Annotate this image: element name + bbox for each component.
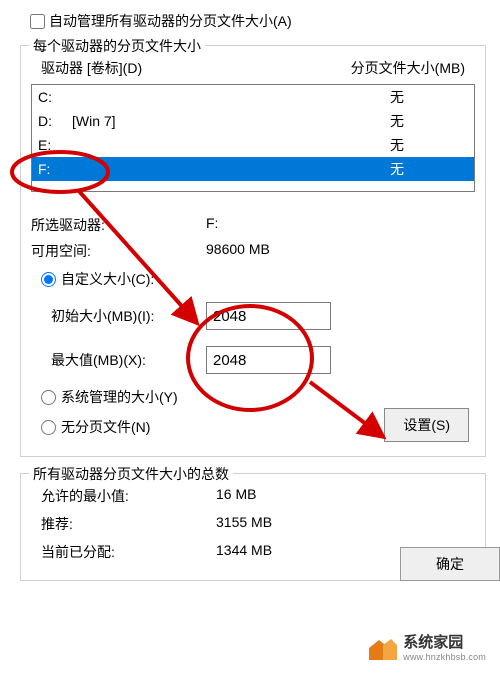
recommended-row: 推荐: 3155 MB <box>31 510 475 538</box>
totals-group-title: 所有驱动器分页文件大小的总数 <box>29 464 233 484</box>
ok-button[interactable]: 确定 <box>400 547 500 581</box>
min-allowed-row: 允许的最小值: 16 MB <box>31 482 475 510</box>
watermark-logo-icon <box>365 632 397 664</box>
watermark-text: 系统家园 www.hnzkhbsb.com <box>403 634 486 662</box>
custom-size-radio[interactable] <box>41 272 56 287</box>
recommended-value: 3155 MB <box>216 514 475 534</box>
selected-drive-row: 所选驱动器: F: <box>31 212 475 238</box>
initial-size-label: 初始大小(MB)(I): <box>31 306 206 326</box>
drive-letter: D: <box>38 112 52 130</box>
drive-volume: [Win 7] <box>72 112 116 130</box>
per-drive-group: 每个驱动器的分页文件大小 驱动器 [卷标](D) 分页文件大小(MB) C: 无… <box>20 45 486 457</box>
drive-pagefile: 无 <box>390 88 404 106</box>
initial-size-row: 初始大小(MB)(I): <box>31 294 475 338</box>
drive-row-d[interactable]: D: [Win 7] 无 <box>32 109 474 133</box>
max-size-label: 最大值(MB)(X): <box>31 350 206 370</box>
drive-letter: F: <box>38 160 50 178</box>
dialog-buttons: 确定 <box>400 539 500 589</box>
watermark-url: www.hnzkhbsb.com <box>403 652 486 662</box>
drive-row-f[interactable]: F: 无 <box>32 157 474 181</box>
system-managed-radio[interactable] <box>41 390 56 405</box>
space-available-value: 98600 MB <box>206 241 475 261</box>
auto-manage-row: 自动管理所有驱动器的分页文件大小(A) <box>20 8 486 37</box>
max-size-input[interactable] <box>206 346 331 374</box>
watermark: 系统家园 www.hnzkhbsb.com <box>359 628 492 668</box>
max-size-row: 最大值(MB)(X): <box>31 338 475 382</box>
drive-pagefile: 无 <box>390 160 404 178</box>
selected-drive-label: 所选驱动器: <box>31 215 206 235</box>
space-available-row: 可用空间: 98600 MB <box>31 238 475 264</box>
min-allowed-value: 16 MB <box>216 486 475 506</box>
initial-size-input[interactable] <box>206 302 331 330</box>
selected-drive-value: F: <box>206 215 475 235</box>
custom-size-row: 自定义大小(C): <box>31 264 475 294</box>
set-button[interactable]: 设置(S) <box>384 408 469 442</box>
drive-list-header: 驱动器 [卷标](D) 分页文件大小(MB) <box>31 54 475 84</box>
drive-row-e[interactable]: E: 无 <box>32 133 474 157</box>
allocated-label: 当前已分配: <box>41 542 216 562</box>
pagefile-col-header: 分页文件大小(MB) <box>351 58 465 78</box>
drive-list[interactable]: C: 无 D: [Win 7] 无 E: 无 <box>31 84 475 192</box>
auto-manage-checkbox[interactable] <box>30 14 45 29</box>
no-pagefile-label: 无分页文件(N) <box>61 417 150 437</box>
space-available-label: 可用空间: <box>31 241 206 261</box>
auto-manage-label: 自动管理所有驱动器的分页文件大小(A) <box>49 11 292 31</box>
drive-letter: E: <box>38 136 51 154</box>
virtual-memory-dialog: 自动管理所有驱动器的分页文件大小(A) 每个驱动器的分页文件大小 驱动器 [卷标… <box>0 0 500 589</box>
watermark-title: 系统家园 <box>403 634 486 652</box>
no-pagefile-radio[interactable] <box>41 420 56 435</box>
per-drive-group-title: 每个驱动器的分页文件大小 <box>29 36 205 56</box>
min-allowed-label: 允许的最小值: <box>41 486 216 506</box>
drive-letter: C: <box>38 88 52 106</box>
system-managed-label: 系统管理的大小(Y) <box>61 387 178 407</box>
drive-row-c[interactable]: C: 无 <box>32 85 474 109</box>
recommended-label: 推荐: <box>41 514 216 534</box>
drive-pagefile: 无 <box>390 112 404 130</box>
drive-pagefile: 无 <box>390 136 404 154</box>
custom-size-label: 自定义大小(C): <box>61 269 154 289</box>
drive-col-header: 驱动器 [卷标](D) <box>41 58 142 78</box>
